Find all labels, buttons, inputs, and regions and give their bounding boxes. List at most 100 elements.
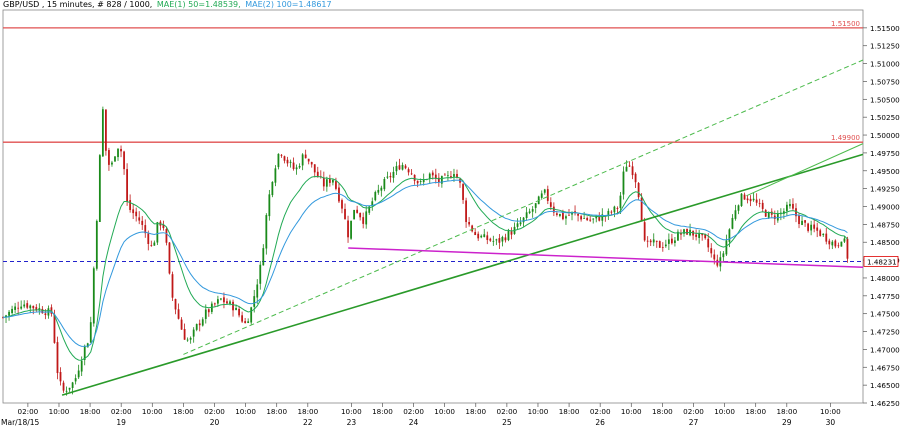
candle-body xyxy=(204,309,207,319)
candle-body xyxy=(428,173,431,179)
candle-body xyxy=(356,209,359,213)
x-tick-time-label: 10:00 xyxy=(49,407,70,416)
candle-body xyxy=(286,159,289,164)
candle-body xyxy=(480,235,483,238)
candle-body xyxy=(171,274,174,298)
candle-body xyxy=(761,202,764,209)
candle-body xyxy=(565,216,567,219)
candle-body xyxy=(749,198,752,202)
candle-body xyxy=(247,321,250,324)
y-tick-label: 1.50250 xyxy=(870,113,900,122)
candle-body xyxy=(731,217,734,229)
candle-body xyxy=(837,245,840,247)
candle-body xyxy=(773,215,776,220)
candle-body xyxy=(468,221,471,225)
candle-body xyxy=(628,165,631,167)
ma1-label: MAE(1) 50=1.48539, xyxy=(156,0,241,9)
candle-body xyxy=(26,303,29,308)
candle-body xyxy=(671,238,673,244)
y-tick-label: 1.48750 xyxy=(870,220,900,229)
candle-body xyxy=(313,164,316,173)
candle-body xyxy=(843,238,846,242)
candle-body xyxy=(147,233,150,244)
candle-body xyxy=(831,241,834,246)
y-tick-label: 1.47500 xyxy=(870,310,900,319)
candle-body xyxy=(274,168,277,183)
x-tick-date-label: 29 xyxy=(782,418,792,427)
x-tick-time-label: 10:00 xyxy=(820,407,841,416)
candle-body xyxy=(443,174,446,176)
candle-body xyxy=(220,298,222,300)
candle-body xyxy=(498,238,501,243)
candle-body xyxy=(758,203,761,205)
candle-body xyxy=(310,161,313,165)
x-tick-time-label: 10:00 xyxy=(434,407,455,416)
candle-body xyxy=(301,154,304,166)
candle-body xyxy=(238,308,240,316)
candle-body xyxy=(658,241,661,248)
chart-canvas: 1.46250 1.46500 1.46750 1.47000 1.47250 1.475… xyxy=(1,9,900,427)
candle-body xyxy=(652,239,655,243)
candle-body xyxy=(292,162,295,169)
candle-body xyxy=(686,228,688,235)
candle-body xyxy=(11,308,13,314)
candle-body xyxy=(504,237,507,241)
y-tick-label: 1.50750 xyxy=(870,77,900,86)
candle-body xyxy=(804,220,806,223)
candle-body xyxy=(580,216,582,220)
x-tick-time-label: 10:00 xyxy=(341,407,362,416)
candle-body xyxy=(813,224,816,229)
x-tick-time-label: 10:00 xyxy=(621,407,642,416)
candle-body xyxy=(613,206,616,213)
candle-body xyxy=(322,177,325,187)
candle-body xyxy=(740,193,743,206)
candle-body xyxy=(335,181,337,189)
candle-body xyxy=(465,200,467,223)
candle-body xyxy=(840,241,843,247)
candle-body xyxy=(8,311,10,316)
candle-body xyxy=(59,372,62,382)
candle-body xyxy=(622,171,625,195)
plot-area xyxy=(2,9,864,404)
candle-body xyxy=(377,189,380,193)
candle-body xyxy=(71,382,74,388)
candle-body xyxy=(755,199,758,203)
candle-body xyxy=(792,203,794,209)
candle-body xyxy=(583,218,586,219)
candle-body xyxy=(525,212,528,218)
candle-body xyxy=(92,268,95,324)
candle-body xyxy=(643,222,646,241)
candle-body xyxy=(631,166,634,176)
candle-body xyxy=(325,179,328,187)
candle-body xyxy=(789,204,791,207)
candle-body xyxy=(259,264,262,284)
y-tick-label: 1.47750 xyxy=(870,292,900,301)
candle-body xyxy=(223,297,225,303)
candle-body xyxy=(241,315,244,322)
candle-body xyxy=(589,219,592,221)
candle-body xyxy=(280,154,283,156)
candle-body xyxy=(764,210,767,217)
candle-body xyxy=(362,217,365,224)
x-tick-time-label: 02:00 xyxy=(497,407,518,416)
candle-body xyxy=(359,212,362,218)
candle-body xyxy=(332,179,334,183)
candle-body xyxy=(431,172,434,176)
candle-body xyxy=(404,165,407,169)
x-tick-date-label: 26 xyxy=(595,418,605,427)
y-tick-label: 1.49000 xyxy=(870,203,900,212)
candle-body xyxy=(407,169,410,173)
candle-body xyxy=(752,198,755,201)
y-tick-label: 1.48500 xyxy=(870,238,900,247)
candle-body xyxy=(256,284,259,298)
candle-body xyxy=(126,169,128,202)
candle-body xyxy=(625,166,628,172)
candle-body xyxy=(174,299,177,310)
candle-body xyxy=(123,151,125,170)
candle-body xyxy=(801,220,803,225)
x-tick-time-label: 02:00 xyxy=(18,407,39,416)
chart-header: GBP/USD , 15 minutes, # 828 / 1000, MAE(… xyxy=(3,0,334,10)
y-tick-label: 1.46750 xyxy=(870,363,900,372)
candle-body xyxy=(77,370,80,378)
candle-body xyxy=(534,203,537,208)
